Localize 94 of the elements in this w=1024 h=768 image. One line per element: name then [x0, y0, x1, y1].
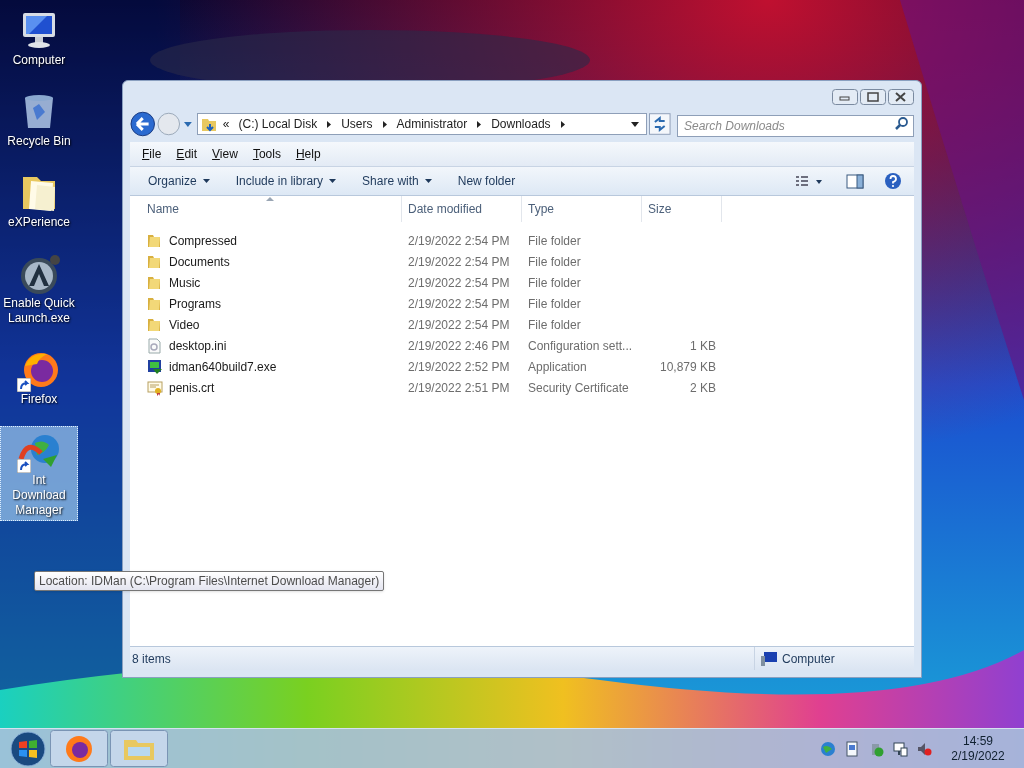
icon-label: Recycle Bin — [7, 134, 71, 149]
file-name[interactable]: Music — [169, 273, 201, 292]
chevron-icon[interactable] — [381, 119, 388, 129]
refresh-button[interactable] — [649, 113, 671, 135]
search-field[interactable]: Search Downloads — [676, 115, 914, 137]
folder-icon — [147, 274, 163, 291]
folder-icon — [147, 295, 163, 312]
help-icon[interactable] — [884, 172, 902, 190]
network-icon[interactable] — [892, 740, 908, 757]
search-icon[interactable] — [895, 117, 908, 130]
certificate-icon — [147, 379, 163, 396]
menu-item[interactable]: Tools — [252, 145, 281, 163]
size-cell-text: 10,879 KB — [659, 358, 716, 376]
icon-label: Manager — [15, 503, 63, 518]
desktop-icon[interactable]: Computer — [0, 6, 78, 71]
desktop-icon[interactable]: eXPerience — [0, 168, 78, 233]
type-cell-text: File folder — [527, 253, 582, 271]
file-name[interactable]: penis.crt — [169, 378, 215, 397]
type-cell-text: Application — [527, 358, 588, 376]
desktop-icon[interactable]: Enable Quick Launch.exe — [0, 249, 78, 329]
column-header[interactable]: Date modified — [402, 196, 522, 222]
icon-label: Download — [12, 488, 66, 503]
column-header[interactable]: Type — [522, 196, 642, 222]
dropdown-caret-icon[interactable] — [630, 120, 641, 128]
recent-pages-caret-icon[interactable] — [183, 120, 193, 128]
type-cell-text: File folder — [527, 295, 582, 313]
desktop-icon[interactable]: Firefox — [0, 345, 78, 410]
item-count: 8 items — [131, 650, 171, 668]
date-cell-text: 2/19/2022 2:51 PM — [407, 379, 511, 397]
menu-item[interactable]: File — [142, 145, 162, 163]
tooltip: Location: IDMan (C:\Program Files\Internet Download Manager) — [34, 571, 385, 591]
start-button[interactable] — [8, 729, 48, 768]
type-cell-text: Configuration sett... — [527, 337, 634, 355]
location-label: Computer — [782, 650, 835, 668]
date-cell-text: 2/19/2022 2:46 PM — [407, 337, 511, 355]
menu-item[interactable]: Edit — [176, 145, 198, 163]
breadcrumb-overflow[interactable]: « — [222, 115, 230, 133]
preview-pane-button[interactable] — [846, 173, 864, 189]
breadcrumb-item[interactable]: Downloads — [491, 115, 551, 133]
computer-icon — [761, 651, 777, 666]
icon-label: Launch.exe — [7, 311, 71, 326]
toolbar-button[interactable]: Share with — [356, 172, 438, 190]
type-cell-text: File folder — [527, 274, 582, 292]
file-name[interactable]: Compressed — [169, 231, 238, 250]
toolbar-button[interactable]: Include in library — [229, 172, 343, 190]
date-cell-text: 2/19/2022 2:54 PM — [407, 295, 511, 313]
type-cell-text: File folder — [527, 316, 582, 334]
date-cell-text: 2/19/2022 2:54 PM — [407, 316, 511, 334]
minimize-button[interactable] — [832, 89, 858, 105]
close-button[interactable] — [888, 89, 914, 105]
icon-label: Enable Quick — [3, 296, 75, 311]
size-cell-text: 1 KB — [690, 337, 716, 355]
icon-label: Firefox — [20, 392, 58, 407]
desktop-icon[interactable]: Recycle Bin — [0, 87, 78, 152]
address-bar[interactable]: « (C:) Local Disk Users Administrator Downloads — [196, 113, 648, 135]
application-icon — [147, 358, 163, 375]
date-cell-text: 2/19/2022 2:54 PM — [407, 274, 511, 292]
breadcrumb-item[interactable]: (C:) Local Disk — [238, 115, 318, 133]
column-header[interactable]: Size — [642, 196, 722, 222]
settings-file-icon — [147, 337, 163, 354]
breadcrumb-item[interactable]: Administrator — [396, 115, 468, 133]
file-name[interactable]: desktop.ini — [169, 336, 227, 355]
clock-time[interactable]: 14:59 — [963, 733, 993, 749]
chevron-icon[interactable] — [326, 119, 333, 129]
folder-icon — [147, 232, 163, 249]
clock-date[interactable]: 2/19/2022 — [951, 748, 1005, 764]
file-name[interactable]: Documents — [169, 252, 230, 271]
file-name[interactable]: idman640build7.exe — [169, 357, 277, 376]
folder-icon — [200, 116, 217, 132]
view-options-button[interactable] — [794, 174, 824, 188]
icon-label: Int — [32, 473, 46, 488]
type-cell-text: Security Certificate — [527, 379, 630, 397]
chevron-icon[interactable] — [476, 119, 483, 129]
date-cell-text: 2/19/2022 2:52 PM — [407, 358, 511, 376]
icon-label: eXPerience — [7, 215, 70, 230]
menu-item[interactable]: Help — [295, 145, 321, 163]
chevron-icon[interactable] — [559, 119, 566, 129]
type-cell-text: File folder — [527, 232, 582, 250]
document-icon[interactable] — [844, 740, 860, 757]
folder-icon — [147, 316, 163, 333]
maximize-button[interactable] — [860, 89, 886, 105]
date-cell-text: 2/19/2022 2:54 PM — [407, 253, 511, 271]
toolbar-button[interactable]: Organize — [142, 172, 216, 190]
date-cell-text: 2/19/2022 2:54 PM — [407, 232, 511, 250]
size-cell-text: 2 KB — [690, 379, 716, 397]
file-name[interactable]: Video — [169, 315, 200, 334]
column-header[interactable]: Name — [130, 196, 402, 222]
back-button[interactable] — [130, 111, 156, 137]
icon-label: Computer — [12, 53, 66, 68]
menu-item[interactable]: View — [212, 145, 238, 163]
toolbar-button[interactable]: New folder — [451, 172, 522, 190]
breadcrumb-item[interactable]: Users — [341, 115, 373, 133]
folder-icon — [147, 253, 163, 270]
file-name[interactable]: Programs — [169, 294, 221, 313]
